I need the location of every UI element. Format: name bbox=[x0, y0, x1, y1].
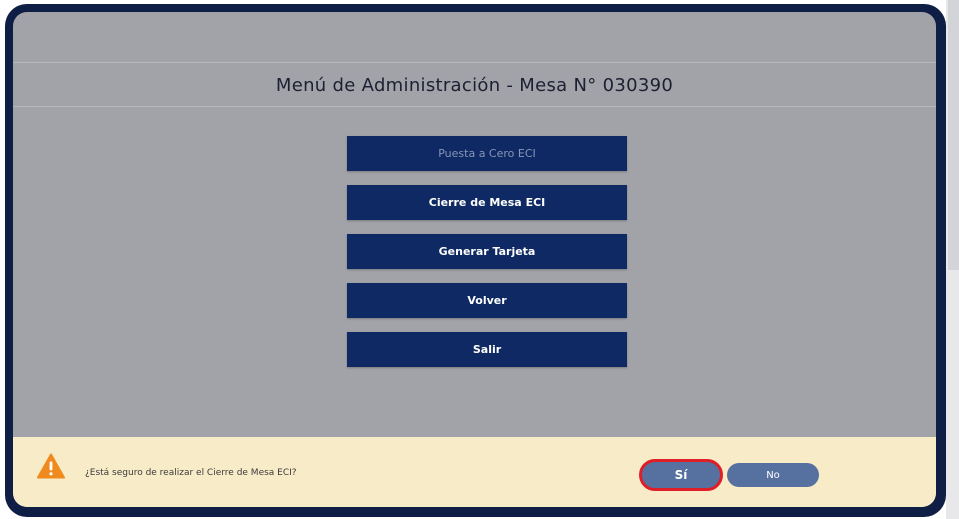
confirmation-bar: ¿Está seguro de realizar el Cierre de Me… bbox=[13, 437, 936, 507]
header-divider-bottom bbox=[13, 106, 936, 107]
no-button[interactable]: No bbox=[727, 463, 819, 487]
warning-icon bbox=[37, 453, 65, 479]
page-title: Menú de Administración - Mesa N° 030390 bbox=[275, 75, 674, 96]
yes-button[interactable]: Sí bbox=[639, 459, 723, 491]
side-panel-shade bbox=[948, 0, 959, 270]
side-panel-edge bbox=[946, 0, 959, 519]
reset-eci-button: Puesta a Cero ECI bbox=[347, 136, 627, 171]
admin-screen: Menú de Administración - Mesa N° 030390 … bbox=[13, 12, 936, 507]
admin-menu: Puesta a Cero ECI Cierre de Mesa ECI Gen… bbox=[347, 136, 627, 381]
exit-button[interactable]: Salir bbox=[347, 332, 627, 367]
device-frame: Menú de Administración - Mesa N° 030390 … bbox=[5, 4, 946, 517]
close-table-eci-button[interactable]: Cierre de Mesa ECI bbox=[347, 185, 627, 220]
generate-card-button[interactable]: Generar Tarjeta bbox=[347, 234, 627, 269]
header-divider-top bbox=[13, 62, 936, 63]
confirmation-message: ¿Está seguro de realizar el Cierre de Me… bbox=[85, 468, 297, 478]
back-button[interactable]: Volver bbox=[347, 283, 627, 318]
